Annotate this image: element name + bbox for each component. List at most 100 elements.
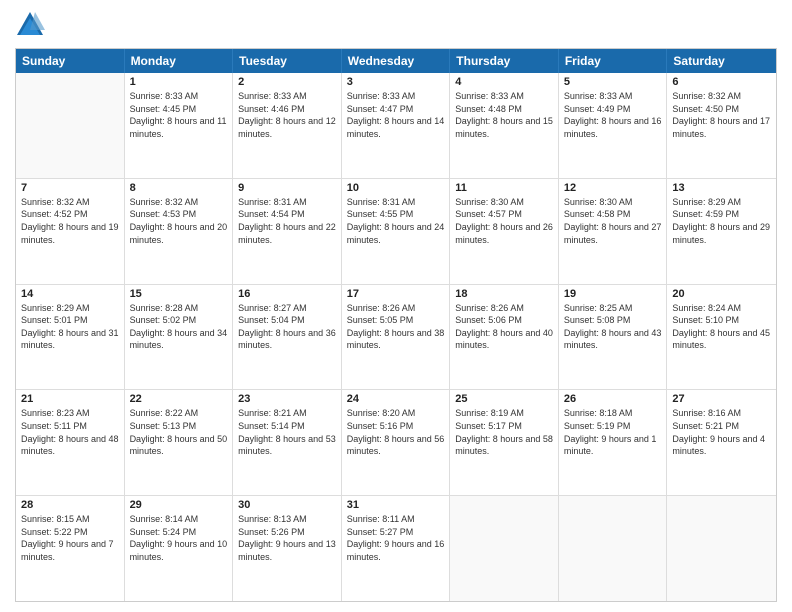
day-cell-23: 23 Sunrise: 8:21 AMSunset: 5:14 PMDayligh… [233, 390, 342, 495]
day-cell-12: 12 Sunrise: 8:30 AMSunset: 4:58 PMDayligh… [559, 179, 668, 284]
day-info: Sunrise: 8:30 AMSunset: 4:57 PMDaylight:… [455, 196, 553, 246]
day-cell-30: 30 Sunrise: 8:13 AMSunset: 5:26 PMDayligh… [233, 496, 342, 601]
day-cell-8: 8 Sunrise: 8:32 AMSunset: 4:53 PMDaylight… [125, 179, 234, 284]
calendar-week-2: 14 Sunrise: 8:29 AMSunset: 5:01 PMDayligh… [16, 284, 776, 390]
day-info: Sunrise: 8:18 AMSunset: 5:19 PMDaylight:… [564, 407, 662, 457]
day-info: Sunrise: 8:27 AMSunset: 5:04 PMDaylight:… [238, 302, 336, 352]
day-info: Sunrise: 8:31 AMSunset: 4:55 PMDaylight:… [347, 196, 445, 246]
day-cell-5: 5 Sunrise: 8:33 AMSunset: 4:49 PMDaylight… [559, 73, 668, 178]
day-info: Sunrise: 8:11 AMSunset: 5:27 PMDaylight:… [347, 513, 445, 563]
day-number: 9 [238, 182, 336, 194]
day-cell-14: 14 Sunrise: 8:29 AMSunset: 5:01 PMDayligh… [16, 285, 125, 390]
day-number: 29 [130, 499, 228, 511]
day-number: 30 [238, 499, 336, 511]
day-cell-31: 31 Sunrise: 8:11 AMSunset: 5:27 PMDayligh… [342, 496, 451, 601]
day-cell-26: 26 Sunrise: 8:18 AMSunset: 5:19 PMDayligh… [559, 390, 668, 495]
day-number: 6 [672, 76, 771, 88]
day-number: 28 [21, 499, 119, 511]
day-number: 27 [672, 393, 771, 405]
day-number: 18 [455, 288, 553, 300]
day-number: 7 [21, 182, 119, 194]
header-day-thursday: Thursday [450, 49, 559, 73]
day-cell-4: 4 Sunrise: 8:33 AMSunset: 4:48 PMDaylight… [450, 73, 559, 178]
day-info: Sunrise: 8:21 AMSunset: 5:14 PMDaylight:… [238, 407, 336, 457]
day-number: 8 [130, 182, 228, 194]
empty-cell [450, 496, 559, 601]
day-info: Sunrise: 8:33 AMSunset: 4:45 PMDaylight:… [130, 90, 228, 140]
day-number: 5 [564, 76, 662, 88]
day-info: Sunrise: 8:33 AMSunset: 4:47 PMDaylight:… [347, 90, 445, 140]
day-cell-9: 9 Sunrise: 8:31 AMSunset: 4:54 PMDaylight… [233, 179, 342, 284]
day-cell-18: 18 Sunrise: 8:26 AMSunset: 5:06 PMDayligh… [450, 285, 559, 390]
day-cell-7: 7 Sunrise: 8:32 AMSunset: 4:52 PMDaylight… [16, 179, 125, 284]
empty-cell [559, 496, 668, 601]
day-number: 25 [455, 393, 553, 405]
day-number: 3 [347, 76, 445, 88]
day-number: 23 [238, 393, 336, 405]
day-cell-10: 10 Sunrise: 8:31 AMSunset: 4:55 PMDayligh… [342, 179, 451, 284]
page: SundayMondayTuesdayWednesdayThursdayFrid… [0, 0, 792, 612]
logo [15, 10, 49, 40]
day-cell-3: 3 Sunrise: 8:33 AMSunset: 4:47 PMDaylight… [342, 73, 451, 178]
day-cell-22: 22 Sunrise: 8:22 AMSunset: 5:13 PMDayligh… [125, 390, 234, 495]
day-info: Sunrise: 8:33 AMSunset: 4:46 PMDaylight:… [238, 90, 336, 140]
empty-cell [667, 496, 776, 601]
day-cell-27: 27 Sunrise: 8:16 AMSunset: 5:21 PMDayligh… [667, 390, 776, 495]
day-info: Sunrise: 8:31 AMSunset: 4:54 PMDaylight:… [238, 196, 336, 246]
header-day-saturday: Saturday [667, 49, 776, 73]
day-info: Sunrise: 8:26 AMSunset: 5:06 PMDaylight:… [455, 302, 553, 352]
day-number: 4 [455, 76, 553, 88]
day-cell-19: 19Sunrise: 8:25 AMSunset: 5:08 PMDayligh… [559, 285, 668, 390]
header-day-friday: Friday [559, 49, 668, 73]
logo-icon [15, 10, 45, 40]
day-number: 17 [347, 288, 445, 300]
header-day-sunday: Sunday [16, 49, 125, 73]
day-cell-16: 16 Sunrise: 8:27 AMSunset: 5:04 PMDayligh… [233, 285, 342, 390]
day-number: 10 [347, 182, 445, 194]
day-number: 22 [130, 393, 228, 405]
day-number: 24 [347, 393, 445, 405]
day-info: Sunrise: 8:23 AMSunset: 5:11 PMDaylight:… [21, 407, 119, 457]
day-number: 26 [564, 393, 662, 405]
day-info: Sunrise: 8:26 AMSunset: 5:05 PMDaylight:… [347, 302, 445, 352]
day-info: Sunrise: 8:14 AMSunset: 5:24 PMDaylight:… [130, 513, 228, 563]
day-cell-13: 13 Sunrise: 8:29 AMSunset: 4:59 PMDayligh… [667, 179, 776, 284]
day-number: 12 [564, 182, 662, 194]
day-cell-11: 11Sunrise: 8:30 AMSunset: 4:57 PMDayligh… [450, 179, 559, 284]
day-info: Sunrise: 8:20 AMSunset: 5:16 PMDaylight:… [347, 407, 445, 457]
day-number: 20 [672, 288, 771, 300]
day-info: Sunrise: 8:13 AMSunset: 5:26 PMDaylight:… [238, 513, 336, 563]
day-info: Sunrise: 8:33 AMSunset: 4:48 PMDaylight:… [455, 90, 553, 140]
day-info: Sunrise: 8:29 AMSunset: 4:59 PMDaylight:… [672, 196, 771, 246]
day-info: Sunrise: 8:32 AMSunset: 4:53 PMDaylight:… [130, 196, 228, 246]
calendar: SundayMondayTuesdayWednesdayThursdayFrid… [15, 48, 777, 602]
day-info: Sunrise: 8:32 AMSunset: 4:52 PMDaylight:… [21, 196, 119, 246]
day-cell-2: 2 Sunrise: 8:33 AMSunset: 4:46 PMDaylight… [233, 73, 342, 178]
header-day-tuesday: Tuesday [233, 49, 342, 73]
calendar-week-0: 1Sunrise: 8:33 AMSunset: 4:45 PMDaylight… [16, 73, 776, 178]
header-day-monday: Monday [125, 49, 234, 73]
day-info: Sunrise: 8:30 AMSunset: 4:58 PMDaylight:… [564, 196, 662, 246]
day-info: Sunrise: 8:33 AMSunset: 4:49 PMDaylight:… [564, 90, 662, 140]
day-info: Sunrise: 8:22 AMSunset: 5:13 PMDaylight:… [130, 407, 228, 457]
day-cell-15: 15Sunrise: 8:28 AMSunset: 5:02 PMDayligh… [125, 285, 234, 390]
day-info: Sunrise: 8:19 AMSunset: 5:17 PMDaylight:… [455, 407, 553, 457]
day-number: 31 [347, 499, 445, 511]
calendar-body: 1Sunrise: 8:33 AMSunset: 4:45 PMDaylight… [16, 73, 776, 601]
day-cell-28: 28 Sunrise: 8:15 AMSunset: 5:22 PMDayligh… [16, 496, 125, 601]
day-number: 16 [238, 288, 336, 300]
day-number: 21 [21, 393, 119, 405]
day-cell-17: 17 Sunrise: 8:26 AMSunset: 5:05 PMDayligh… [342, 285, 451, 390]
day-info: Sunrise: 8:28 AMSunset: 5:02 PMDaylight:… [130, 302, 228, 352]
day-number: 2 [238, 76, 336, 88]
calendar-week-1: 7 Sunrise: 8:32 AMSunset: 4:52 PMDaylight… [16, 178, 776, 284]
day-number: 13 [672, 182, 771, 194]
day-number: 14 [21, 288, 119, 300]
day-info: Sunrise: 8:16 AMSunset: 5:21 PMDaylight:… [672, 407, 771, 457]
day-info: Sunrise: 8:15 AMSunset: 5:22 PMDaylight:… [21, 513, 119, 563]
day-cell-29: 29 Sunrise: 8:14 AMSunset: 5:24 PMDayligh… [125, 496, 234, 601]
day-info: Sunrise: 8:29 AMSunset: 5:01 PMDaylight:… [21, 302, 119, 352]
calendar-header: SundayMondayTuesdayWednesdayThursdayFrid… [16, 49, 776, 73]
header [15, 10, 777, 40]
day-number: 19 [564, 288, 662, 300]
